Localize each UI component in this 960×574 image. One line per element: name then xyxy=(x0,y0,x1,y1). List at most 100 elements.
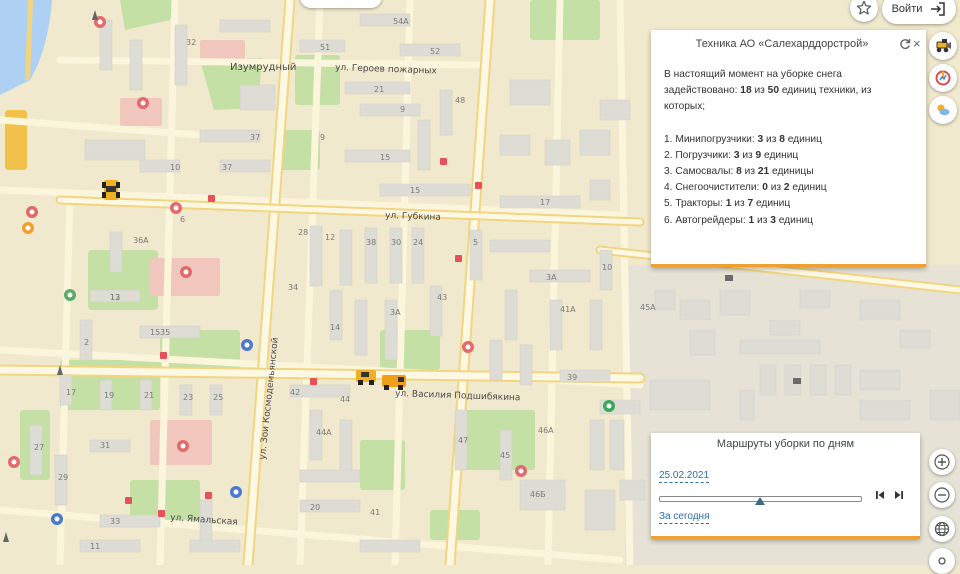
district-label: Изумрудный xyxy=(230,62,296,73)
building-label: 45А xyxy=(640,303,656,312)
building-label: 17 xyxy=(540,198,550,207)
building-label: 6 xyxy=(180,215,185,224)
building-label: 9 xyxy=(320,133,325,142)
poi-marker xyxy=(64,289,76,301)
summary-line: В настоящий момент на уборке снега xyxy=(664,69,842,80)
poi-marker xyxy=(603,400,615,412)
building-label: 52 xyxy=(430,47,440,56)
street-label: ул. Губкина xyxy=(385,211,441,223)
poi-marker xyxy=(51,513,63,525)
building-label: 21 xyxy=(374,85,384,94)
next-icon[interactable] xyxy=(892,488,906,502)
equipment-info-panel: Техника АО «Салехарддорстрой» × В настоя… xyxy=(651,30,926,267)
building-label: 36А xyxy=(133,236,149,245)
plus-icon xyxy=(934,454,950,470)
globe-icon xyxy=(934,521,950,537)
poi-marker xyxy=(22,222,34,234)
building-label: 31 xyxy=(100,441,110,450)
poi-marker xyxy=(26,206,38,218)
building-label: 48 xyxy=(455,96,465,105)
building-label: 25 xyxy=(213,393,223,402)
routes-title: Маршруты уборки по дням xyxy=(716,438,855,450)
search-pill[interactable] xyxy=(300,0,382,8)
poi-marker xyxy=(8,456,20,468)
summary-line: задействовано: 18 из 50 единиц техники, … xyxy=(664,85,872,97)
building-label: 34 xyxy=(288,283,298,292)
building-label: 35 xyxy=(160,328,170,337)
statistics-button[interactable] xyxy=(929,64,957,92)
building-label: 15 xyxy=(410,186,420,195)
location-icon xyxy=(938,557,946,565)
slider-thumb[interactable] xyxy=(754,497,765,505)
login-button[interactable]: Войти xyxy=(882,0,956,24)
weather-icon xyxy=(937,104,950,116)
poi-marker xyxy=(180,266,192,278)
building-label: 44А xyxy=(316,428,332,437)
poi-marker xyxy=(170,202,182,214)
previous-icon[interactable] xyxy=(873,488,887,502)
zoom-out-button[interactable] xyxy=(929,482,955,508)
building-label: 24 xyxy=(413,238,423,247)
poi-marker xyxy=(137,97,149,109)
building-label: 28 xyxy=(298,228,308,237)
building-label: 13 xyxy=(110,293,120,302)
building-label: 11 xyxy=(90,542,100,551)
refresh-icon[interactable] xyxy=(899,38,911,50)
building-label: 38 xyxy=(366,238,376,247)
building-label: 42 xyxy=(290,388,300,397)
building-label: 45 xyxy=(500,451,510,460)
building-label: 46Б xyxy=(530,490,546,499)
panel-title: Техника АО «Салехарддорстрой» xyxy=(695,38,869,50)
building-label: 51 xyxy=(320,43,330,52)
building-label: 15 xyxy=(380,153,390,162)
building-label: 43 xyxy=(437,293,447,302)
weather-button[interactable] xyxy=(929,96,957,124)
extra-map-button[interactable] xyxy=(929,548,955,574)
building-label: 14 xyxy=(330,323,340,332)
building-label: 20 xyxy=(310,503,320,512)
minus-icon xyxy=(934,487,950,503)
login-arrow-icon xyxy=(931,2,946,16)
close-icon[interactable]: × xyxy=(913,36,921,51)
building-label: 39 xyxy=(567,373,577,382)
today-link[interactable]: За сегодня xyxy=(659,511,710,524)
equipment-button[interactable] xyxy=(929,32,957,60)
building-label: 29 xyxy=(58,473,68,482)
poi-marker xyxy=(241,339,253,351)
equipment-item: 5. Тракторы: 1 из 7 единиц xyxy=(664,198,791,210)
building-label: 41А xyxy=(560,305,576,314)
date-picker[interactable]: 25.02.2021 xyxy=(659,470,710,483)
summary-line: которых; xyxy=(664,101,706,113)
building-label: 19 xyxy=(104,391,114,400)
total-count: 50 xyxy=(767,85,779,97)
building-label: 54А xyxy=(393,17,409,26)
building-label: 23 xyxy=(183,393,193,402)
building-label: 41 xyxy=(370,508,380,517)
building-label: 10 xyxy=(602,263,612,272)
building-label: 12 xyxy=(325,233,335,242)
used-count: 18 xyxy=(740,85,752,97)
building-label: 37 xyxy=(250,133,260,142)
poi-marker xyxy=(462,341,474,353)
routes-panel: Маршруты уборки по дням 25.02.2021 За се… xyxy=(651,433,920,539)
poi-marker xyxy=(515,465,527,477)
building-label: 3А xyxy=(546,273,557,282)
zoom-in-button[interactable] xyxy=(929,449,955,475)
login-label: Войти xyxy=(891,3,923,15)
building-label: 10 xyxy=(170,163,180,172)
poi-marker xyxy=(230,486,242,498)
snowplow-icon xyxy=(936,39,951,53)
building-label: 47 xyxy=(458,436,468,445)
poi-marker xyxy=(177,440,189,452)
building-label: 33 xyxy=(110,517,120,526)
star-icon xyxy=(856,0,872,15)
building-label: 9 xyxy=(400,105,405,114)
equipment-summary: В настоящий момент на уборке снега задей… xyxy=(664,67,914,229)
building-label: 37 xyxy=(222,163,232,172)
building-label: 44 xyxy=(340,395,350,404)
building-label: 3А xyxy=(390,308,401,317)
layers-button[interactable] xyxy=(929,516,955,542)
equipment-item: 4. Снегоочистители: 0 из 2 единиц xyxy=(664,182,827,194)
building-label: 32 xyxy=(186,38,196,47)
building-label: 46А xyxy=(538,426,554,435)
